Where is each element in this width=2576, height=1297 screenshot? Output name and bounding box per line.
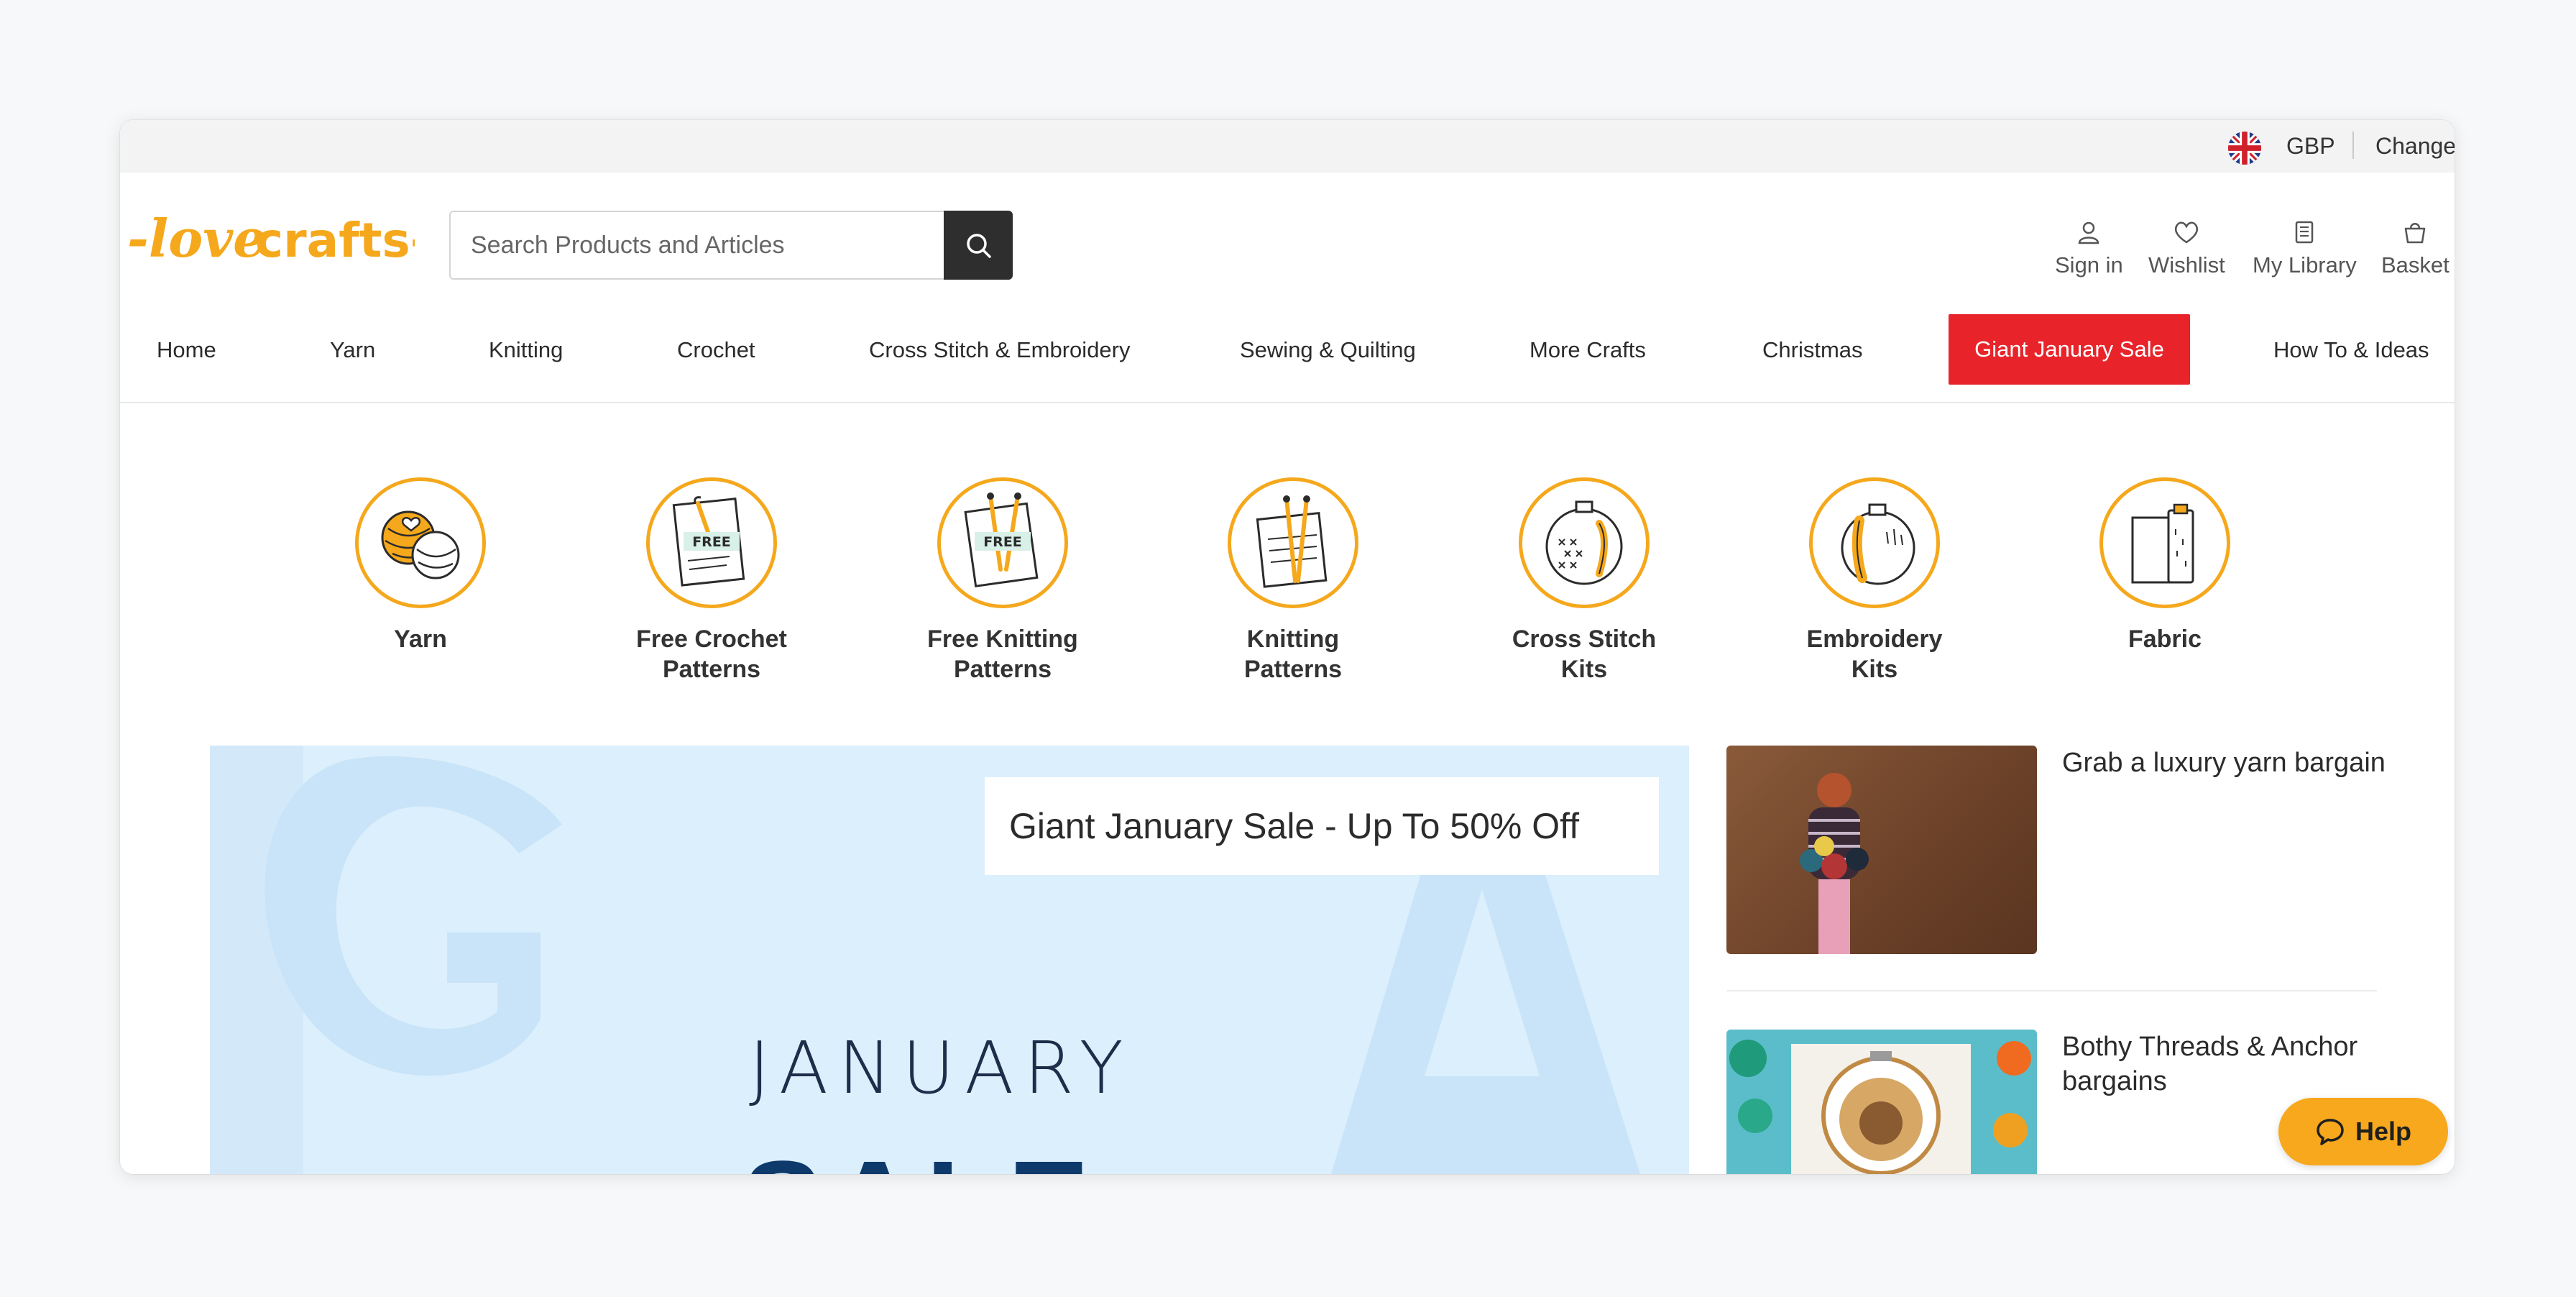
category-cross-stitch-kits[interactable]: Cross Stitch Kits xyxy=(1505,477,1663,684)
nav-cross-stitch-embroidery[interactable]: Cross Stitch & Embroidery xyxy=(869,337,1131,363)
category-free-crochet-patterns[interactable]: FREE Free Crochet Patterns xyxy=(632,477,791,684)
chat-bubble-icon xyxy=(2317,1119,2344,1145)
knitting-needles-icon xyxy=(1228,477,1358,608)
svg-text:FREE: FREE xyxy=(983,534,1022,550)
search-bar xyxy=(449,211,1013,280)
hero-line-2: SALE xyxy=(742,1134,1096,1174)
hero-banner[interactable]: Giant January Sale - Up To 50% Off JANUA… xyxy=(210,746,1689,1174)
svg-text:-love: -love xyxy=(127,208,266,269)
heart-icon xyxy=(2175,221,2199,244)
wishlist-label: Wishlist xyxy=(2148,252,2225,278)
nav-knitting[interactable]: Knitting xyxy=(489,337,563,363)
nav-crochet[interactable]: Crochet xyxy=(677,337,755,363)
category-label: Yarn xyxy=(394,625,447,653)
my-library-button[interactable]: My Library xyxy=(2253,219,2357,278)
category-knitting-patterns[interactable]: Knitting Patterns xyxy=(1214,477,1372,684)
category-label: Free Knitting Patterns xyxy=(927,625,1078,683)
svg-text:FREE: FREE xyxy=(692,534,731,550)
promo-text-threads[interactable]: Bothy Threads & Anchor bargains xyxy=(2062,1030,2407,1099)
search-input[interactable] xyxy=(451,212,944,278)
category-label: Knitting Patterns xyxy=(1243,625,1343,683)
category-label: Fabric xyxy=(2128,625,2202,653)
cross-stitch-hoop-icon xyxy=(1519,477,1650,608)
basket-button[interactable]: Basket xyxy=(2381,219,2450,278)
promo-divider xyxy=(1726,990,2377,991)
category-fabric[interactable]: Fabric xyxy=(2086,477,2244,654)
category-label: Free Crochet Patterns xyxy=(636,625,787,683)
nav-christmas[interactable]: Christmas xyxy=(1762,337,1863,363)
change-currency-link[interactable]: Change xyxy=(2375,133,2455,160)
lovecrafts-logo[interactable]: -love crafts- xyxy=(127,205,430,284)
embroidery-hoop-icon xyxy=(1809,477,1940,608)
nav-yarn[interactable]: Yarn xyxy=(330,337,375,363)
search-button[interactable] xyxy=(944,211,1013,280)
uk-flag-icon[interactable] xyxy=(2228,132,2261,165)
browser-window: GBP Change -love crafts- Sign in Wish xyxy=(120,120,2455,1174)
currency-label[interactable]: GBP xyxy=(2286,133,2335,160)
category-free-knitting-patterns[interactable]: FREE Free Knitting Patterns xyxy=(924,477,1082,684)
nav-sewing-quilting[interactable]: Sewing & Quilting xyxy=(1240,337,1416,363)
svg-text:crafts-: crafts- xyxy=(255,213,415,268)
nav-home[interactable]: Home xyxy=(157,337,216,363)
promo-text-yarn[interactable]: Grab a luxury yarn bargain xyxy=(2062,746,2407,780)
library-icon xyxy=(2296,221,2314,244)
user-icon xyxy=(2079,221,2099,244)
nav-more-crafts[interactable]: More Crafts xyxy=(1530,337,1646,363)
crochet-pattern-icon: FREE xyxy=(646,477,777,608)
wishlist-button[interactable]: Wishlist xyxy=(2148,219,2225,278)
help-button[interactable]: Help xyxy=(2278,1098,2448,1165)
category-label: Cross Stitch Kits xyxy=(1512,625,1657,683)
sign-in-button[interactable]: Sign in xyxy=(2055,219,2123,278)
basket-icon xyxy=(2405,223,2426,244)
my-library-label: My Library xyxy=(2253,252,2357,278)
knitting-pattern-icon: FREE xyxy=(937,477,1068,608)
basket-label: Basket xyxy=(2381,252,2450,278)
nav-how-to-ideas[interactable]: How To & Ideas xyxy=(2273,337,2429,363)
help-label: Help xyxy=(2355,1117,2411,1146)
hero-line-1: JANUARY xyxy=(749,1026,1133,1110)
divider xyxy=(2352,132,2354,159)
category-yarn[interactable]: Yarn xyxy=(341,477,500,654)
utility-bar: GBP Change xyxy=(120,120,2455,173)
nav-giant-january-sale[interactable]: Giant January Sale xyxy=(1949,314,2190,385)
hero-title: Giant January Sale - Up To 50% Off xyxy=(1009,806,1580,846)
category-label: Embroidery Kits xyxy=(1806,625,1943,683)
yarn-icon xyxy=(355,477,486,608)
hero-title-box: Giant January Sale - Up To 50% Off xyxy=(985,777,1659,875)
promo-image-yarn[interactable] xyxy=(1726,746,2037,954)
fabric-roll-icon xyxy=(2099,477,2230,608)
category-embroidery-kits[interactable]: Embroidery Kits xyxy=(1795,477,1954,684)
sign-in-label: Sign in xyxy=(2055,252,2123,278)
search-icon xyxy=(967,234,991,258)
promo-image-threads[interactable] xyxy=(1726,1030,2037,1174)
